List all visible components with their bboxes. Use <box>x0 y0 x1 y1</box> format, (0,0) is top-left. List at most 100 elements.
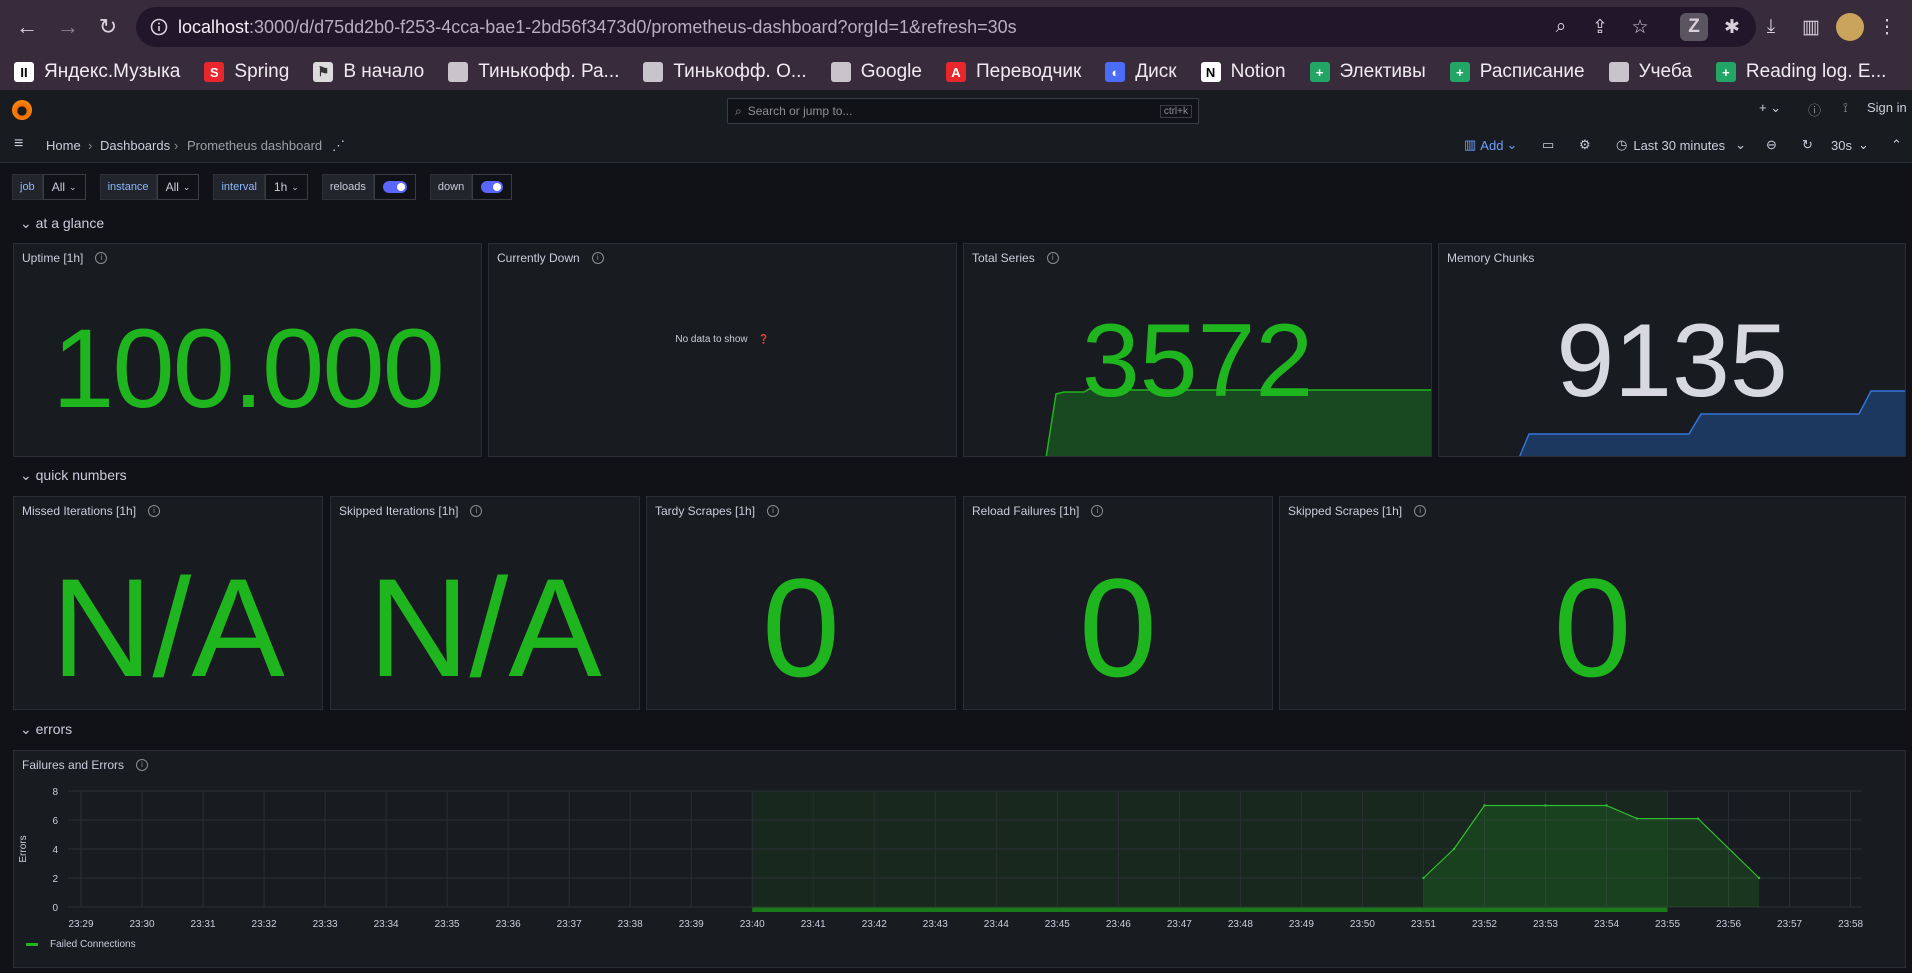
bookmark-label: Reading log. E... <box>1745 61 1887 82</box>
x-tick-label: 23:32 <box>252 919 277 930</box>
bookmark-favicon-icon: ◐ <box>1105 62 1126 82</box>
site-info-icon[interactable] <box>146 14 172 40</box>
variable-select-job[interactable]: All ⌄ <box>42 174 86 200</box>
row-at-a-glance[interactable]: ⌄ at a glance <box>20 215 104 232</box>
bookmark-item[interactable]: Тинькофф. О... <box>643 61 807 83</box>
add-button[interactable]: ▥ Add ⌄ <box>1464 137 1517 153</box>
panel-skipped-iterations: Skipped Iterations [1h] i N/A <box>330 496 640 710</box>
refresh-icon[interactable]: ↻ <box>1802 137 1813 153</box>
grafana-logo-icon[interactable] <box>12 100 32 120</box>
reload-icon[interactable]: ↻ <box>91 10 125 44</box>
down-toggle[interactable] <box>472 174 513 200</box>
url-text: localhost:3000/d/d75dd2b0-f253-4cca-bae1… <box>178 16 1017 37</box>
data-point <box>1635 817 1639 820</box>
panel-title: Total Series <box>972 251 1035 265</box>
x-tick-label: 23:36 <box>496 919 521 930</box>
no-data-message: No data to show ❓ <box>675 334 770 345</box>
info-icon[interactable]: i <box>1414 505 1427 517</box>
panel-tardy-scrapes: Tardy Scrapes [1h] i 0 <box>646 496 956 710</box>
x-tick-label: 23:43 <box>923 919 948 930</box>
bookmark-label: Расписание <box>1479 61 1585 82</box>
help-icon[interactable]: ⓘ <box>1808 100 1821 119</box>
stat-value: 9135 <box>1556 303 1788 419</box>
bookmark-item[interactable]: ◐ Диск <box>1105 61 1177 83</box>
x-tick-label: 23:42 <box>862 919 887 930</box>
stat-value: 0 <box>762 549 840 706</box>
breadcrumb-home[interactable]: Home <box>46 138 81 153</box>
row-errors[interactable]: ⌄ errors <box>20 721 72 738</box>
download-icon[interactable]: ⤓ <box>1757 13 1785 41</box>
add-chart-icon: ▥ <box>1464 137 1477 152</box>
breadcrumb-dashboards[interactable]: Dashboards <box>100 138 170 153</box>
bookmark-favicon-icon: II <box>14 62 34 82</box>
sidepanel-icon[interactable]: ▥ <box>1797 13 1825 41</box>
info-icon[interactable]: i <box>470 505 483 517</box>
bookmark-item[interactable]: Google <box>830 61 922 83</box>
extension-z-icon[interactable]: Z <box>1680 13 1708 41</box>
bookmark-item[interactable]: + Расписание <box>1449 61 1585 83</box>
menu-icon[interactable]: ⋮ <box>1873 13 1901 41</box>
variable-select-interval[interactable]: 1h ⌄ <box>264 174 308 200</box>
dashboard-toolbar: ≡ Home › Dashboards › Prometheus dashboa… <box>0 128 1912 163</box>
panel-title: Currently Down <box>497 251 580 265</box>
bookmark-item[interactable]: Учеба <box>1608 61 1692 83</box>
bookmark-label: Элективы <box>1339 61 1426 82</box>
x-tick-label: 23:39 <box>679 919 704 930</box>
x-tick-label: 23:41 <box>801 919 826 930</box>
zoom-out-icon[interactable]: ⊖ <box>1766 137 1777 153</box>
reloads-toggle[interactable] <box>373 174 416 200</box>
bookmark-item[interactable]: S Spring <box>204 61 289 83</box>
stat-value: N/A <box>51 549 285 706</box>
menu-toggle-icon[interactable]: ≡ <box>14 135 23 153</box>
variable-label-job: job <box>12 174 43 200</box>
forward-icon[interactable]: → <box>51 10 85 44</box>
info-icon[interactable]: i <box>148 505 161 517</box>
panel-failures-and-errors: Failures and Errors i 0 2 4 6 8 23:29 23:30 23:3… <box>13 750 1906 968</box>
grafana-topbar: ⌕ Search or jump to... ctrl+k + ⌄ ⓘ ⟟ Si… <box>0 90 1912 129</box>
extensions-icon[interactable]: ✱ <box>1718 13 1746 41</box>
share-dashboard-icon[interactable]: ⋰ <box>332 138 345 154</box>
shortcut-hint: ctrl+k <box>1159 104 1192 118</box>
info-icon[interactable]: i <box>591 252 604 264</box>
news-icon[interactable]: ⟟ <box>1843 100 1848 116</box>
time-picker[interactable]: ◷ Last 30 minutes ⌄ <box>1616 137 1746 153</box>
refresh-interval[interactable]: 30s ⌄ <box>1831 137 1869 153</box>
profile-avatar[interactable] <box>1836 13 1864 41</box>
bookmark-label: Spring <box>234 61 290 82</box>
info-icon[interactable]: i <box>95 252 108 264</box>
panel-title: Skipped Scrapes [1h] <box>1288 504 1403 518</box>
zoom-icon[interactable]: ⌕ <box>1547 13 1575 41</box>
timeseries-chart: 0 2 4 6 8 23:29 23:30 23:31 23:32 23:33 23:34 23:35… <box>18 787 1864 930</box>
share-icon[interactable]: ⇪ <box>1586 13 1614 41</box>
collapse-icon[interactable]: ⌃ <box>1891 137 1902 153</box>
back-icon[interactable]: ← <box>10 10 44 44</box>
address-bar[interactable]: localhost:3000/d/d75dd2b0-f253-4cca-bae1… <box>136 7 1756 47</box>
search-input[interactable]: ⌕ Search or jump to... ctrl+k <box>727 98 1199 124</box>
x-tick-label: 23:34 <box>374 919 399 930</box>
bookmark-item[interactable]: ⚑ В начало <box>313 61 424 83</box>
bookmark-item[interactable]: A Переводчик <box>945 61 1081 83</box>
folder-icon <box>830 62 851 82</box>
info-icon[interactable]: i <box>1091 505 1104 517</box>
variable-select-instance[interactable]: All ⌄ <box>156 174 200 200</box>
chart-legend[interactable]: Failed Connections <box>26 939 136 950</box>
sign-in-link[interactable]: Sign in <box>1867 100 1907 115</box>
settings-icon[interactable]: ⚙ <box>1579 137 1591 153</box>
x-tick-label: 23:47 <box>1167 919 1192 930</box>
bookmark-item[interactable]: + Элективы <box>1309 61 1426 83</box>
x-tick-label: 23:46 <box>1106 919 1131 930</box>
x-tick-label: 23:54 <box>1594 919 1619 930</box>
bookmark-item[interactable]: II Яндекс.Музыка <box>14 61 180 83</box>
row-quick-numbers[interactable]: ⌄ quick numbers <box>20 467 127 484</box>
info-icon[interactable]: i <box>767 505 780 517</box>
save-icon[interactable]: ▭ <box>1542 137 1554 153</box>
browser-toolbar: ← → ↻ localhost:3000/d/d75dd2b0-f253-4cc… <box>0 0 1912 54</box>
bookmark-favicon-icon: + <box>1449 62 1470 82</box>
info-icon[interactable]: i <box>1046 252 1059 264</box>
x-tick-label: 23:30 <box>130 919 155 930</box>
bookmark-item[interactable]: + Reading log. E... <box>1715 61 1887 83</box>
bookmark-item[interactable]: Тинькофф. Ра... <box>448 61 619 83</box>
bookmark-star-icon[interactable]: ☆ <box>1626 13 1654 41</box>
bookmark-item[interactable]: N Notion <box>1200 61 1286 83</box>
new-plus-icon[interactable]: + ⌄ <box>1759 100 1781 116</box>
